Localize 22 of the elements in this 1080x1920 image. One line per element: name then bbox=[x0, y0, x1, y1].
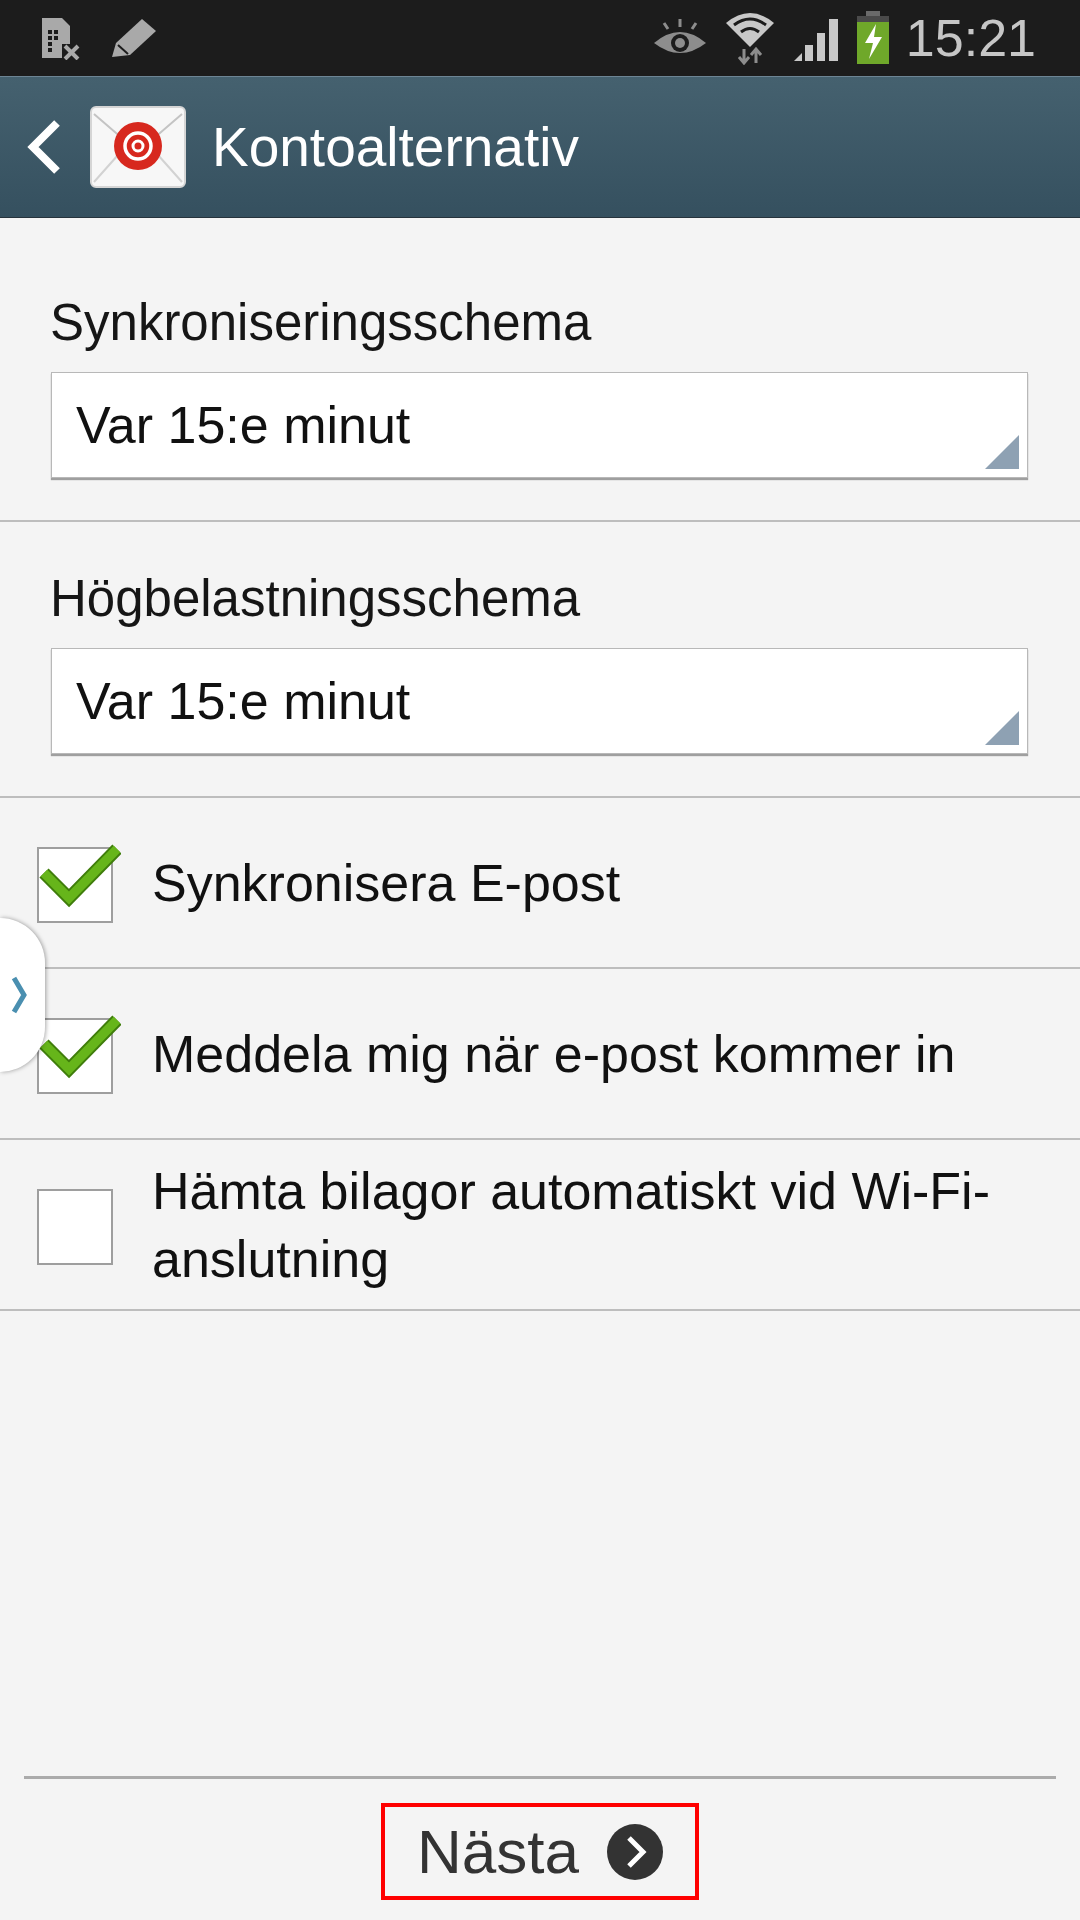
back-chevron-icon bbox=[27, 119, 61, 175]
battery-charging-icon bbox=[855, 11, 890, 65]
option-label: Synkronisera E-post bbox=[152, 852, 622, 914]
next-button[interactable]: Nästa bbox=[381, 1803, 699, 1900]
clock-time: 15:21 bbox=[905, 8, 1036, 68]
back-button[interactable] bbox=[26, 118, 62, 176]
side-panel-handle[interactable] bbox=[0, 918, 45, 1072]
chevron-circle-icon bbox=[607, 1823, 663, 1880]
checkbox[interactable] bbox=[37, 842, 121, 923]
checkbox[interactable] bbox=[37, 1013, 121, 1094]
sim-card-x-icon bbox=[40, 16, 80, 60]
screen-title: Kontoalternativ bbox=[212, 115, 579, 180]
corner-triangle-icon bbox=[985, 711, 1019, 745]
option-label: Hämta bilagor automatiskt vid Wi-Fi-anslutning bbox=[152, 1160, 991, 1290]
schedule-dropdown[interactable]: Var 15:e minut bbox=[51, 372, 1028, 478]
option-label: Meddela mig när e-post kommer in bbox=[152, 1023, 957, 1085]
field-label: Högbelastningsschema bbox=[50, 569, 582, 629]
schedule-dropdown[interactable]: Var 15:e minut bbox=[51, 648, 1028, 754]
field-label: Synkroniseringsschema bbox=[50, 293, 593, 353]
corner-triangle-icon bbox=[985, 435, 1019, 469]
envelope-app-icon bbox=[90, 106, 186, 188]
chevron-right-icon bbox=[11, 975, 27, 1015]
